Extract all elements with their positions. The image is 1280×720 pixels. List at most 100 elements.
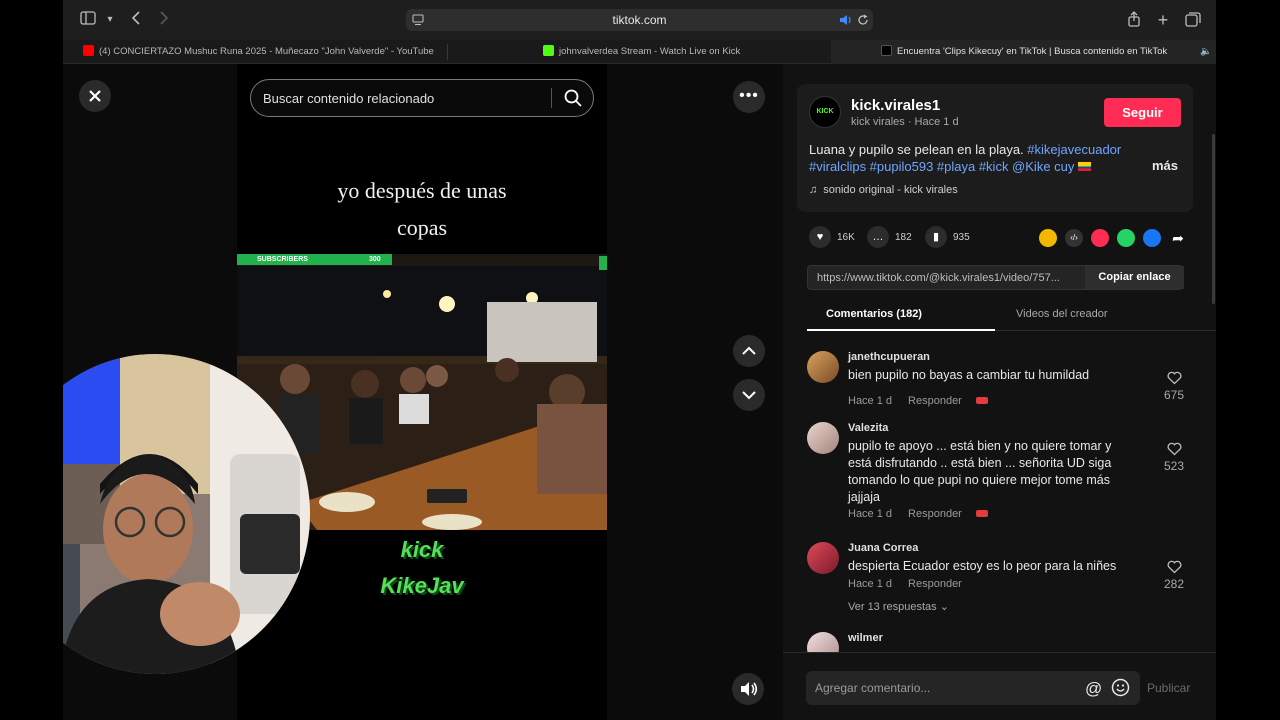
tab-overview-icon[interactable] (1184, 11, 1202, 29)
new-tab-icon[interactable]: + (1154, 11, 1172, 29)
follow-button[interactable]: Seguir (1104, 98, 1181, 127)
comment-item: Juana Correa despierta Ecuador estoy es … (807, 542, 1187, 622)
comment-username[interactable]: Juana Correa (848, 542, 918, 554)
flag-icon (975, 397, 988, 404)
send-icon[interactable] (1091, 229, 1109, 247)
tab-bar: (4) CONCIERTAZO Mushuc Runa 2025 - Muñec… (63, 40, 1216, 64)
panel-scrollbar[interactable] (1212, 134, 1215, 304)
tiktok-page: Buscar contenido relacionado yo después … (63, 64, 1216, 720)
comment-icon: … (867, 226, 889, 249)
tiktok-icon (881, 45, 892, 56)
tab-audio-icon[interactable]: 🔈 (1200, 40, 1212, 64)
comment-username[interactable]: janethcupueran (848, 351, 930, 363)
tab-separator (447, 44, 448, 60)
youtube-icon (83, 45, 94, 56)
share-arrow-icon[interactable]: ➦ (1169, 229, 1187, 247)
video-player[interactable]: Buscar contenido relacionado yo después … (237, 64, 607, 720)
comment-username[interactable]: wilmer (848, 632, 883, 644)
creator-avatar[interactable]: KICK (809, 96, 841, 128)
sound-link[interactable]: ♫ sonido original - kick virales (809, 184, 958, 196)
share-icon[interactable] (1125, 11, 1143, 29)
view-replies-button[interactable]: Ver 13 respuestas ⌄ (848, 600, 949, 613)
link-box: https://www.tiktok.com/@kick.virales1/vi… (807, 265, 1184, 290)
audio-playing-icon[interactable] (839, 13, 853, 31)
comment-meta: Hace 1 d Responder (848, 508, 988, 520)
publish-button[interactable]: Publicar (1147, 681, 1190, 695)
heart-outline-icon (1167, 442, 1181, 456)
creator-username[interactable]: kick.virales1 (851, 97, 940, 114)
search-icon[interactable] (563, 88, 583, 108)
comment-input[interactable]: Agregar comentario... @ (806, 671, 1140, 705)
post-card: KICK kick.virales1 kick virales · Hace 1… (797, 84, 1193, 212)
reply-button[interactable]: Responder (908, 508, 962, 520)
chevron-down-icon (742, 391, 756, 400)
tab-youtube[interactable]: (4) CONCIERTAZO Mushuc Runa 2025 - Muñec… (83, 40, 447, 64)
volume-button[interactable] (732, 673, 764, 705)
volume-icon (741, 682, 758, 696)
whatsapp-icon[interactable] (1117, 229, 1135, 247)
mention-icon[interactable]: @ (1085, 679, 1102, 699)
tab-creator-videos[interactable]: Videos del creador (1016, 308, 1108, 320)
ecuador-flag-icon (1078, 162, 1092, 171)
facebook-icon[interactable] (1143, 229, 1161, 247)
tab-tiktok[interactable]: Encuentra 'Clips Kikecuy' en TikTok | Bu… (831, 40, 1216, 64)
address-bar[interactable]: tiktok.com (406, 9, 873, 31)
browser-window: ▾ tiktok.com + (4) CONCIERTAZO Mushuc Ru… (63, 0, 1216, 720)
tab-kick[interactable]: johnvalverdea Stream - Watch Live on Kic… (543, 40, 833, 64)
avatar[interactable] (807, 542, 839, 574)
avatar[interactable] (807, 422, 839, 454)
browser-toolbar: ▾ tiktok.com + (63, 0, 1216, 40)
action-row: ♥ 16K … 182 ▮ 935 ‹/› ➦ (797, 226, 1193, 250)
url-text: tiktok.com (612, 13, 667, 27)
comment-item: wilmer (807, 632, 1187, 652)
comment-text: pupilo te apoyo ... está bien y no quier… (848, 439, 1112, 504)
heart-outline-icon (1167, 560, 1181, 574)
comment-username[interactable]: Valezita (848, 422, 888, 434)
emoji-icon[interactable] (1111, 678, 1130, 697)
chevron-down-icon[interactable]: ▾ (101, 11, 119, 29)
related-search[interactable]: Buscar contenido relacionado (250, 79, 594, 117)
close-button[interactable] (79, 80, 111, 112)
comment-text: bien pupilo no bayas a cambiar tu humild… (848, 368, 1090, 382)
next-video-button[interactable] (733, 379, 765, 411)
music-note-icon: ♫ (809, 184, 818, 196)
copy-link-button[interactable]: Copiar enlace (1085, 266, 1184, 289)
more-link[interactable]: más (1152, 158, 1178, 173)
repost-icon[interactable] (1039, 229, 1057, 247)
previous-video-button[interactable] (733, 335, 765, 367)
tab-comments[interactable]: Comentarios (182) (826, 308, 922, 320)
forward-arrow-icon[interactable] (155, 11, 173, 29)
embed-icon[interactable]: ‹/› (1065, 229, 1083, 247)
comment-like[interactable]: 523 (1162, 442, 1186, 473)
video-link[interactable]: https://www.tiktok.com/@kick.virales1/vi… (817, 272, 1060, 284)
reply-button[interactable]: Responder (908, 395, 962, 407)
comment-like[interactable]: 282 (1162, 560, 1186, 591)
search-input[interactable]: Buscar contenido relacionado (263, 91, 434, 106)
creator-meta: kick virales · Hace 1 d (851, 116, 959, 128)
like-action[interactable]: ♥ 16K (809, 226, 855, 250)
hashtags-link[interactable]: #viralclips #pupilo593 #playa #kick @Kik… (809, 159, 1074, 174)
heart-outline-icon (1167, 371, 1181, 385)
reply-button[interactable]: Responder (908, 578, 962, 590)
chevron-down-icon: ⌄ (939, 601, 949, 613)
comment-composer: Agregar comentario... @ Publicar (783, 652, 1216, 720)
avatar[interactable] (807, 351, 839, 383)
back-arrow-icon[interactable] (127, 11, 145, 29)
reload-icon[interactable] (857, 13, 869, 31)
save-action[interactable]: ▮ 935 (925, 226, 970, 250)
comment-meta: Hace 1 d Responder (848, 578, 962, 590)
search-divider (551, 88, 552, 108)
hashtag-link[interactable]: #kikejavecuador (1027, 142, 1121, 157)
more-options-button[interactable]: ••• (733, 81, 765, 113)
video-caption: yo después de unas copas (337, 178, 507, 240)
comment-text: despierta Ecuador estoy es lo peor para … (848, 559, 1117, 573)
bookmark-icon: ▮ (925, 226, 947, 249)
comment-item: janethcupueran bien pupilo no bayas a ca… (807, 351, 1187, 411)
avatar[interactable] (807, 632, 839, 652)
chevron-up-icon (742, 346, 756, 355)
close-icon (89, 90, 101, 102)
comment-action[interactable]: … 182 (867, 226, 912, 250)
details-panel: KICK kick.virales1 kick virales · Hace 1… (783, 64, 1216, 720)
sidebar-toggle-icon[interactable] (79, 11, 97, 29)
comment-like[interactable]: 675 (1162, 371, 1186, 402)
